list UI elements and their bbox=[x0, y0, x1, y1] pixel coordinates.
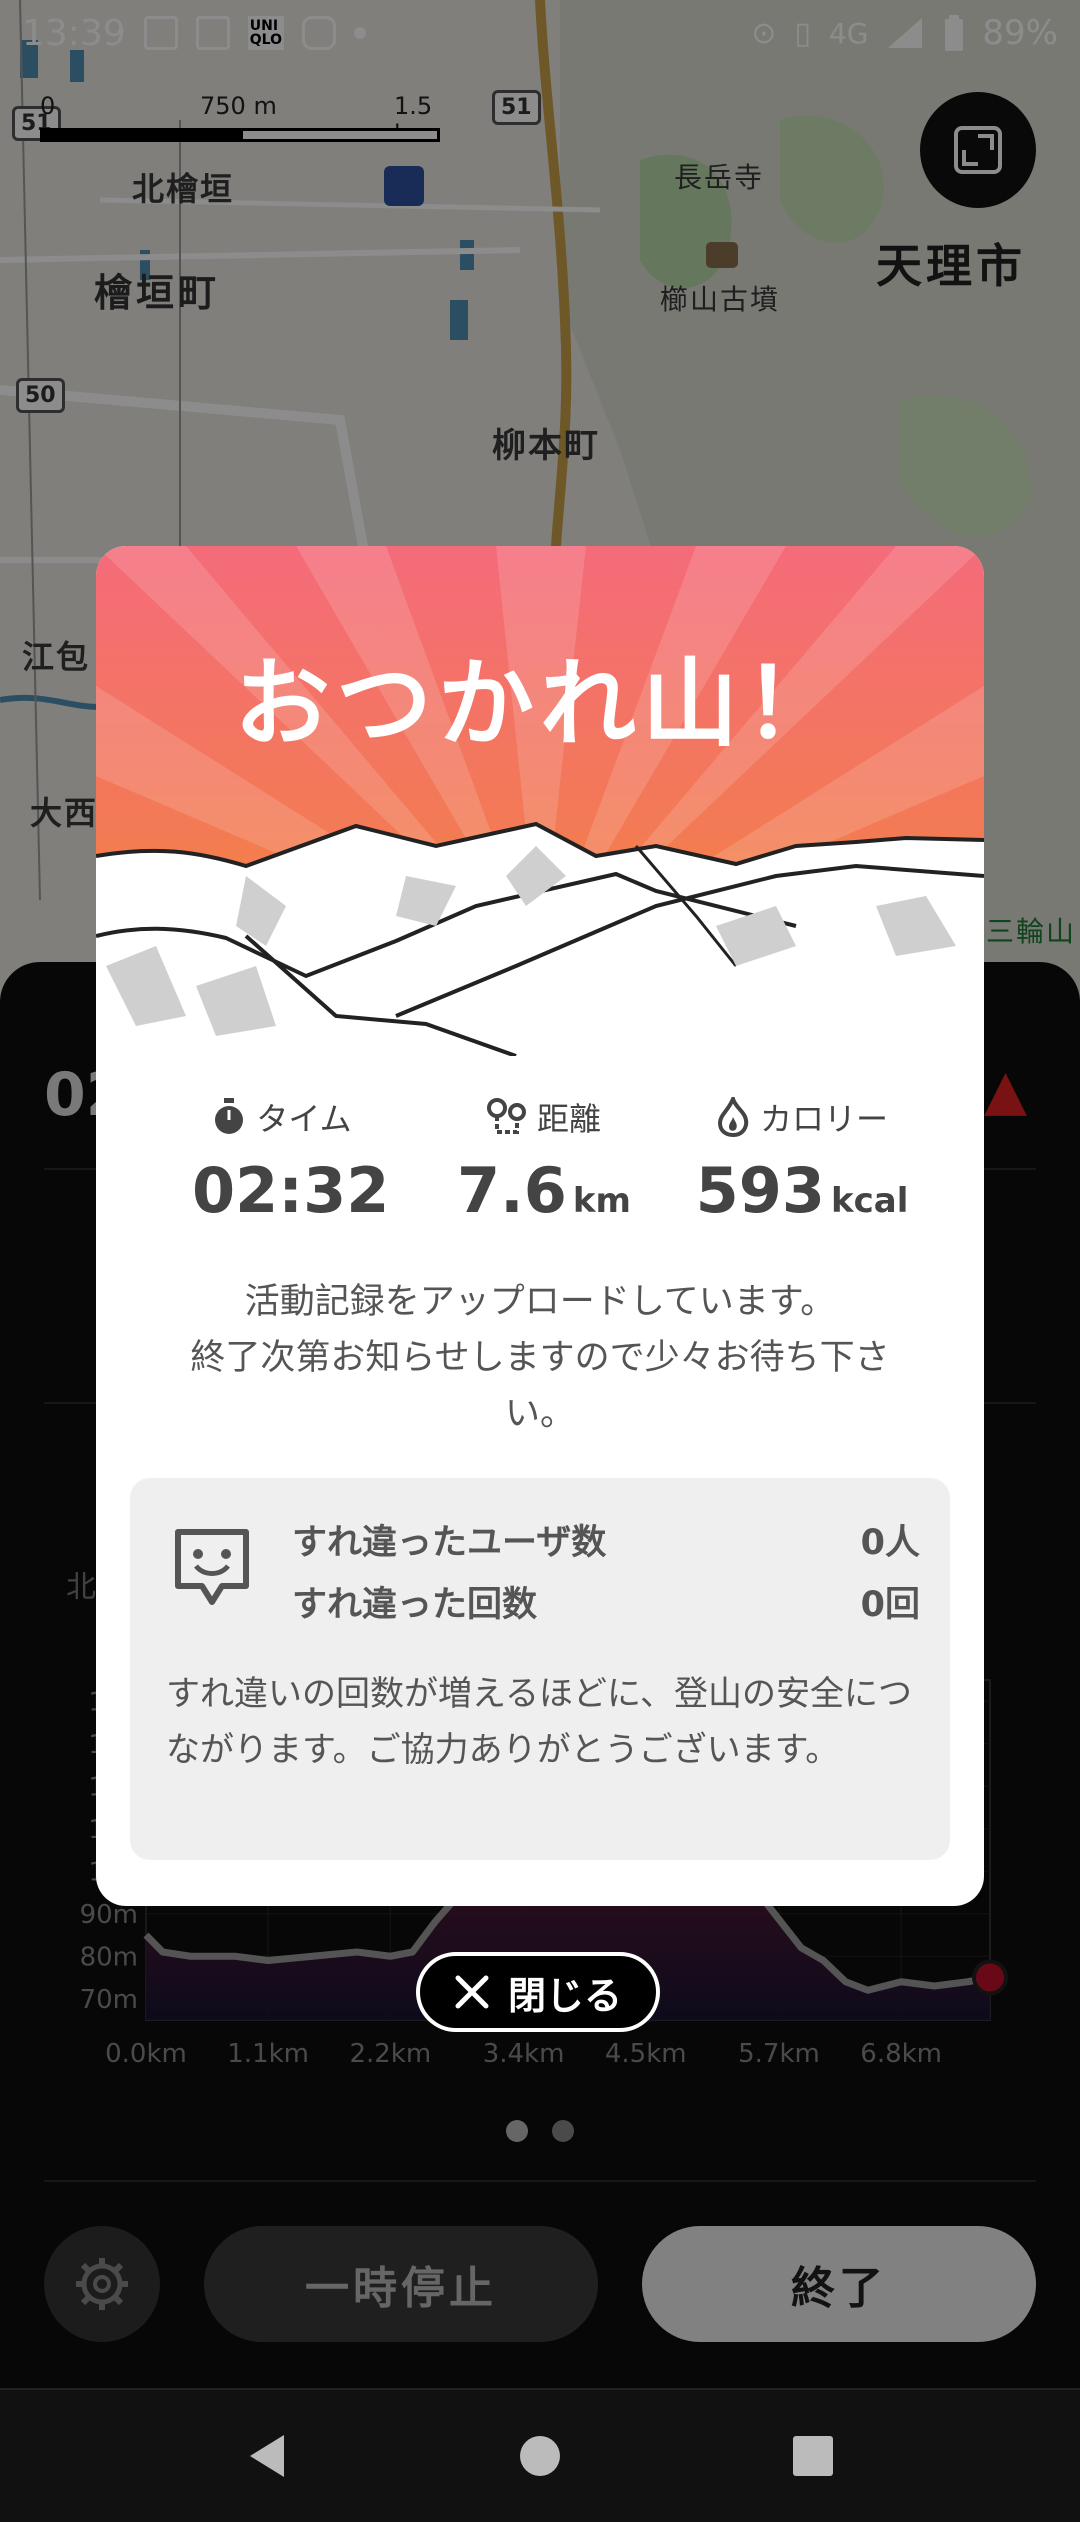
stat-calorie-label: カロリー bbox=[759, 1100, 888, 1138]
stat-time-value: 02:32 bbox=[192, 1154, 390, 1227]
passing-users-label: すれ違ったユーザ数 bbox=[292, 1523, 607, 1563]
stat-distance-unit: km bbox=[572, 1181, 631, 1221]
stat-distance-label: 距離 bbox=[536, 1100, 601, 1138]
upload-message-line: 終了次第お知らせしますので少々お待ち下さ bbox=[190, 1338, 890, 1378]
passing-count-label: すれ違った回数 bbox=[292, 1585, 538, 1625]
stat-distance: 距離 7.6 km bbox=[444, 1094, 644, 1227]
passing-count-value: 0回 bbox=[860, 1585, 920, 1625]
stat-time: タイム 02:32 bbox=[192, 1094, 389, 1227]
stat-calorie: カロリー 593 kcal bbox=[682, 1094, 922, 1227]
system-nav-bar bbox=[0, 2388, 1080, 2522]
close-icon bbox=[455, 1975, 489, 2009]
passing-users-row: すれ違ったユーザ数 0人 bbox=[292, 1514, 920, 1565]
stat-calorie-unit: kcal bbox=[831, 1181, 909, 1221]
upload-message-line: い。 bbox=[504, 1394, 575, 1434]
route-pin-icon bbox=[486, 1098, 526, 1134]
recents-icon[interactable] bbox=[788, 2431, 838, 2481]
stat-distance-value: 7.6 bbox=[457, 1154, 567, 1227]
dialog-title: おつかれ山！ bbox=[234, 648, 846, 760]
back-icon[interactable] bbox=[242, 2431, 292, 2481]
passing-count-row: すれ違った回数 0回 bbox=[292, 1576, 920, 1627]
stopwatch-icon bbox=[215, 1098, 244, 1134]
passing-description: すれ違いの回数が増えるほどに、登山の安全につながります。ご協力ありがとうございま… bbox=[166, 1674, 912, 1770]
close-label: 閉じる bbox=[507, 1973, 622, 2018]
stat-time-label: タイム bbox=[256, 1100, 352, 1138]
upload-message: 活動記録をアップロードしています。 終了次第お知らせしますので少々お待ち下さ い… bbox=[146, 1274, 934, 1442]
completion-dialog: おつかれ山！ タイム 02:32 距離 7.6 km カロリー 593 kcal… bbox=[96, 546, 984, 1906]
passing-info-box: すれ違ったユーザ数 0人 すれ違った回数 0回 すれ違いの回数が増えるほどに、登… bbox=[130, 1478, 950, 1860]
mountain-banner-illustration bbox=[96, 546, 984, 1056]
upload-message-line: 活動記録をアップロードしています。 bbox=[244, 1282, 836, 1322]
stat-calorie-value: 593 bbox=[695, 1154, 826, 1227]
passing-face-icon bbox=[175, 1529, 249, 1605]
flame-icon bbox=[717, 1097, 749, 1137]
home-icon[interactable] bbox=[515, 2431, 565, 2481]
close-button[interactable]: 閉じる bbox=[416, 1952, 660, 2032]
passing-users-value: 0人 bbox=[860, 1523, 920, 1563]
